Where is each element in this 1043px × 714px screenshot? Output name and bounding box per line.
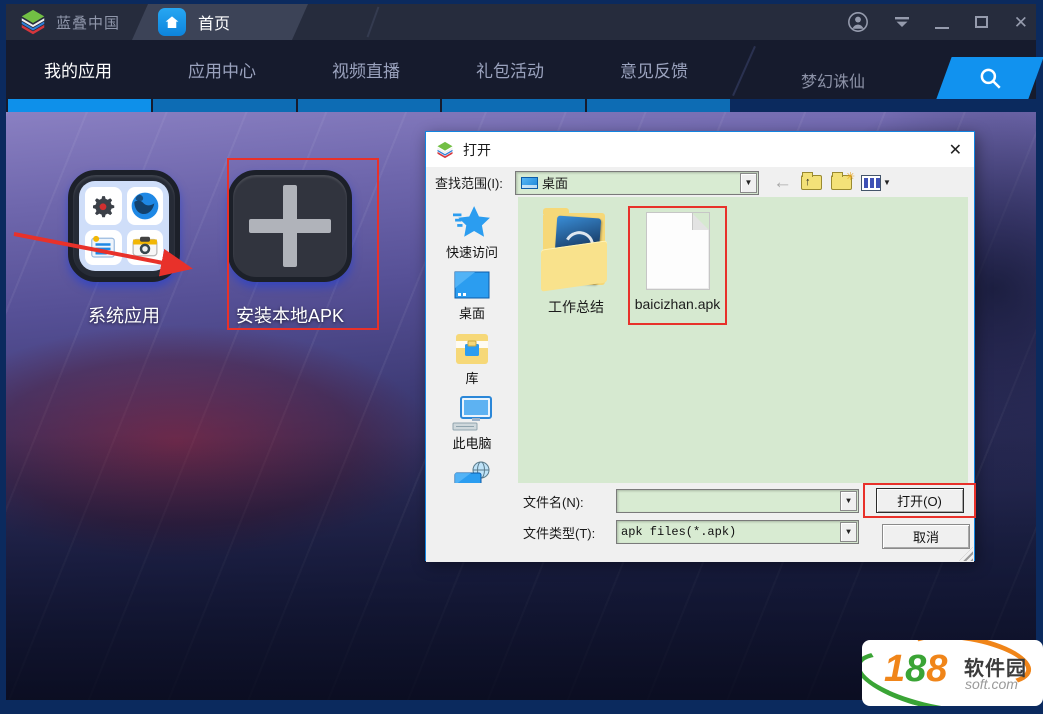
apk-file-icon (646, 212, 710, 290)
tile-system-apps[interactable] (68, 170, 180, 282)
tile-install-apk[interactable] (228, 170, 352, 282)
dialog-app-icon (435, 140, 455, 160)
file-item-folder[interactable]: 工作总结 (534, 207, 618, 317)
desktop-area: 系统应用 安装本地APK 打开 ✕ 查找范围(I): (6, 112, 1036, 700)
folder-icon (539, 207, 613, 291)
plus-icon (249, 185, 331, 267)
search-icon (977, 65, 1003, 91)
bluestacks-logo-icon (18, 7, 48, 37)
tab-home-label: 首页 (198, 10, 230, 34)
look-in-label: 查找范围(I): (435, 173, 515, 192)
close-button[interactable]: ✕ (1014, 14, 1028, 31)
browser-globe-icon (127, 187, 164, 225)
file-type-dropdown-button[interactable]: ▼ (840, 522, 857, 542)
sidebar-item-desktop[interactable]: 桌面 (426, 270, 518, 322)
site-watermark: 188 软件园 soft.com (862, 640, 1043, 706)
notes-icon (85, 230, 122, 266)
dialog-title: 打开 (463, 140, 491, 160)
minimize-button[interactable] (935, 15, 949, 29)
dialog-bottom-panel: 文件名(N): ▼ 文件类型(T): apk files(*.apk) ▼ 打开… (426, 483, 974, 562)
view-menu-icon[interactable]: ▼ (861, 175, 891, 191)
nav-item-feedback[interactable]: 意见反馈 (582, 40, 726, 99)
look-in-value: 桌面 (542, 173, 568, 192)
desktop-icon (452, 270, 492, 302)
folder-name: 工作总结 (548, 297, 604, 317)
file-name-input[interactable]: ▼ (616, 489, 859, 513)
look-in-combobox[interactable]: 桌面 ▼ (515, 171, 759, 195)
camera-icon (127, 230, 164, 266)
settings-gear-icon (85, 187, 122, 225)
desktop-mini-icon (521, 177, 538, 189)
file-name-dropdown-button[interactable]: ▼ (840, 491, 857, 511)
tab-divider (367, 7, 380, 38)
dialog-close-icon[interactable]: ✕ (949, 140, 962, 160)
dialog-toolbar: 查找范围(I): 桌面 ▼ ← ↑ ✳ ▼ (426, 167, 974, 198)
maximize-button[interactable] (975, 16, 988, 28)
up-one-level-icon[interactable]: ↑ (801, 175, 822, 190)
sidebar-item-libraries[interactable]: 库 (426, 331, 518, 387)
annotation-box-open-button: 打开(O) (863, 483, 976, 518)
dialog-titlebar: 打开 ✕ (426, 132, 974, 167)
this-pc-icon (451, 396, 493, 432)
look-in-dropdown-button[interactable]: ▼ (740, 173, 757, 193)
file-list[interactable]: 工作总结 baicizhan.apk (518, 197, 968, 483)
file-type-combobox[interactable]: apk files(*.apk) ▼ (616, 520, 859, 544)
nav-item-live-video[interactable]: 视频直播 (294, 40, 438, 99)
sidebar-item-quick-access[interactable]: 快速访问 (426, 205, 518, 261)
bluestacks-window: 蓝叠中国 首页 ✕ 我的应用 (0, 0, 1043, 714)
tile-install-apk-label: 安装本地APK (210, 302, 370, 328)
file-item-apk[interactable]: baicizhan.apk (628, 206, 727, 325)
open-file-dialog: 打开 ✕ 查找范围(I): 桌面 ▼ ← ↑ ✳ (425, 131, 975, 561)
cancel-button[interactable]: 取消 (882, 524, 970, 549)
new-folder-icon[interactable]: ✳ (831, 175, 852, 190)
dropdown-menu-icon[interactable] (895, 17, 909, 27)
dialog-places-sidebar: 快速访问 桌面 库 (426, 198, 518, 483)
home-icon (158, 8, 186, 36)
libraries-icon (452, 331, 492, 367)
resize-grip[interactable] (959, 547, 973, 561)
file-name-label: 文件名(N): (523, 492, 616, 511)
titlebar: 蓝叠中国 首页 ✕ (6, 4, 1036, 40)
search-input[interactable]: 梦幻诛仙 (801, 68, 865, 92)
nav-item-gift-events[interactable]: 礼包活动 (438, 40, 582, 99)
app-title: 蓝叠中国 (56, 12, 120, 33)
nav-item-app-center[interactable]: 应用中心 (150, 40, 294, 99)
tile-system-apps-label: 系统应用 (44, 302, 204, 328)
sidebar-item-this-pc[interactable]: 此电脑 (426, 396, 518, 452)
watermark-site-domain: soft.com (965, 676, 1018, 692)
apk-file-name: baicizhan.apk (635, 296, 721, 312)
search-divider (732, 46, 756, 96)
back-icon[interactable]: ← (773, 173, 792, 192)
nav-underline (6, 99, 730, 112)
open-button[interactable]: 打开(O) (876, 488, 964, 513)
quick-access-star-icon (453, 205, 491, 241)
file-type-value: apk files(*.apk) (621, 525, 736, 539)
watermark-logo: 188 (884, 650, 947, 688)
nav-item-my-apps[interactable]: 我的应用 (6, 40, 150, 99)
tab-home[interactable]: 首页 (122, 4, 308, 40)
file-type-label: 文件类型(T): (523, 523, 616, 542)
navbar: 我的应用 应用中心 视频直播 礼包活动 意见反馈 梦幻诛仙 (6, 40, 1036, 99)
account-icon[interactable] (847, 11, 869, 33)
search-button[interactable] (936, 57, 1043, 99)
